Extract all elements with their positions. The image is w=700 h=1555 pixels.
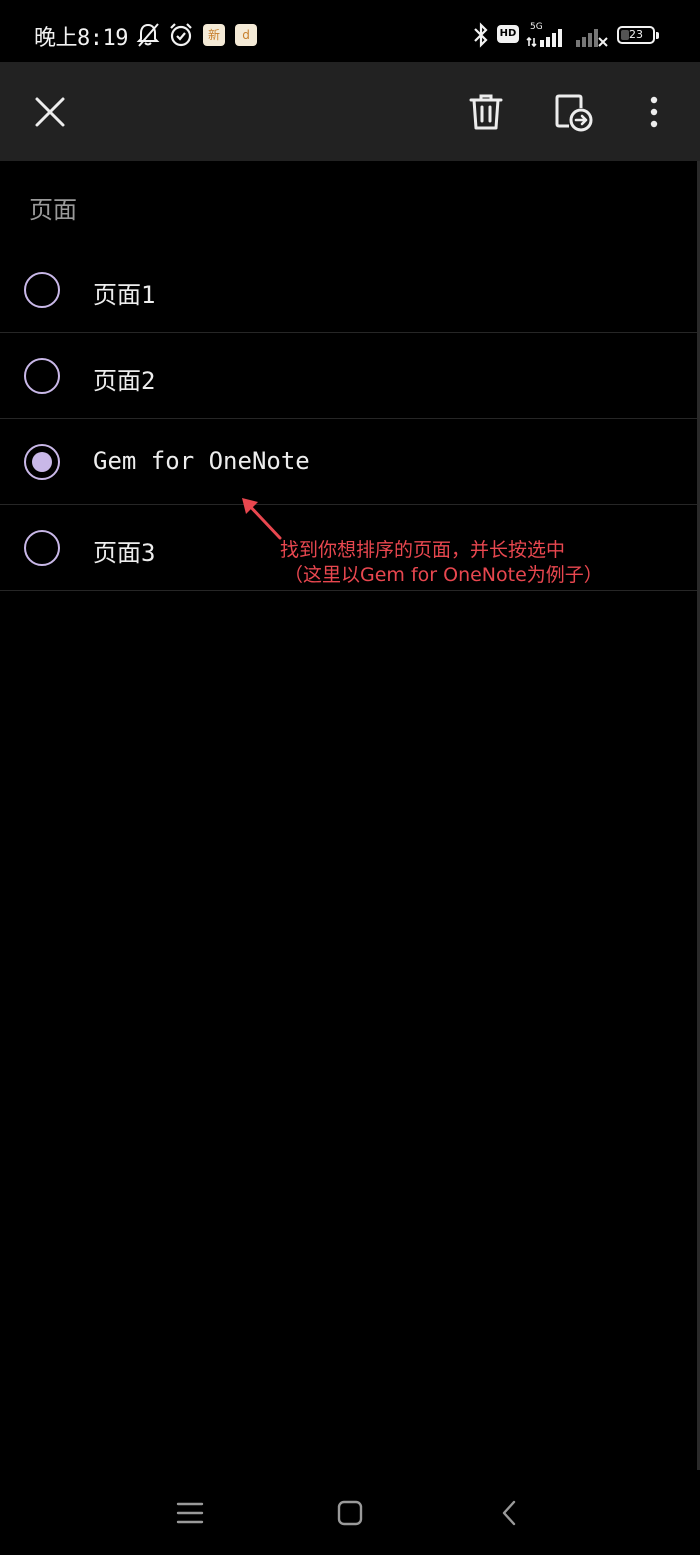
page-item[interactable]: 页面1 xyxy=(0,247,697,333)
menu-icon xyxy=(176,1502,204,1523)
signal-no-service-icon xyxy=(576,29,608,47)
annotation-line-1: 找到你想排序的页面，并长按选中 xyxy=(280,539,566,561)
home-button[interactable] xyxy=(310,1470,390,1555)
news-app-icon: 新 xyxy=(203,24,225,46)
system-nav-bar xyxy=(0,1470,700,1555)
page-title: 页面2 xyxy=(93,367,156,395)
radio-unchecked-icon[interactable] xyxy=(24,272,60,308)
signal-icon xyxy=(526,29,562,48)
radio-unchecked-icon[interactable] xyxy=(24,358,60,394)
notifications-off-icon xyxy=(136,23,160,47)
back-icon xyxy=(502,1500,516,1525)
status-bar: 晚上8:19 新 d HD 5G 23 xyxy=(0,0,700,62)
move-page-icon xyxy=(555,94,593,131)
trash-icon xyxy=(469,94,503,129)
status-time: 晚上8:19 xyxy=(34,26,128,51)
bluetooth-icon xyxy=(474,22,488,48)
radio-checked-icon[interactable] xyxy=(24,444,60,480)
close-icon xyxy=(35,97,65,126)
delete-button[interactable] xyxy=(451,62,521,161)
battery-icon: 23 xyxy=(617,26,659,44)
radio-unchecked-icon[interactable] xyxy=(24,530,60,566)
annotation-line-2: （这里以Gem for OneNote为例子） xyxy=(284,564,603,586)
annotation-text: 找到你想排序的页面，并长按选中 （这里以Gem for OneNote为例子） xyxy=(280,538,603,588)
close-button[interactable] xyxy=(15,62,85,161)
top-app-bar xyxy=(0,62,700,161)
tiktok-app-icon: d xyxy=(235,24,257,46)
page-title: 页面1 xyxy=(93,281,156,309)
more-vert-icon xyxy=(650,96,658,127)
hd-badge: HD xyxy=(497,25,519,43)
alarm-icon xyxy=(170,23,192,47)
section-header: 页面 xyxy=(29,196,77,224)
page-item-selected[interactable]: Gem for OneNote xyxy=(0,419,697,505)
back-button[interactable] xyxy=(469,1470,549,1555)
page-title: 页面3 xyxy=(93,539,156,567)
recent-apps-button[interactable] xyxy=(150,1470,230,1555)
battery-level: 23 xyxy=(629,28,643,41)
home-icon xyxy=(337,1500,363,1525)
page-title: Gem for OneNote xyxy=(93,447,310,475)
page-item[interactable]: 页面2 xyxy=(0,333,697,419)
more-options-button[interactable] xyxy=(619,62,689,161)
move-page-button[interactable] xyxy=(539,62,609,161)
annotation-arrow-icon xyxy=(242,498,282,540)
